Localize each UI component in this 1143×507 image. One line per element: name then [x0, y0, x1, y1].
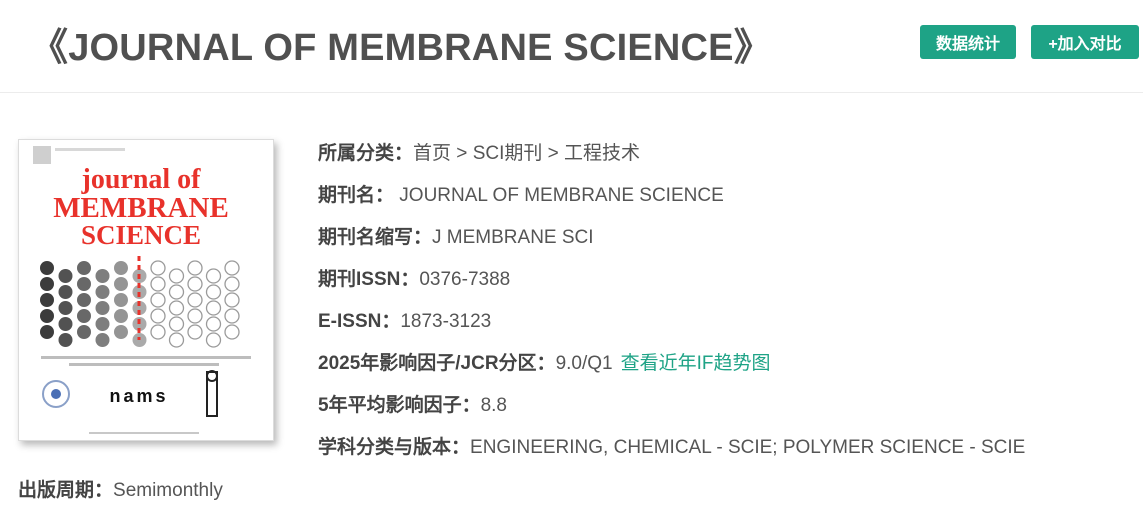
eissn-value: 1873-3123 [400, 311, 492, 332]
journal-cover-image: journal of MEMBRANE SCIENCE nams [18, 139, 274, 441]
frequency-label: 出版周期： [18, 480, 114, 501]
breadcrumb-sci-link[interactable]: SCI期刊 [473, 143, 543, 164]
subjects-label: 学科分类与版本： [318, 437, 471, 458]
impact-factor-row: 2025年影响因子/JCR分区：9.0/Q1 查看近年IF趋势图 [318, 349, 771, 379]
eissn-row: E-ISSN：1873-3123 [318, 307, 491, 337]
abbreviation-value: J MEMBRANE SCI [432, 227, 594, 248]
issn-row: 期刊ISSN：0376-7388 [318, 265, 510, 295]
add-to-compare-button[interactable]: +加入对比 [1031, 25, 1139, 59]
five-year-if-label: 5年平均影响因子： [318, 395, 481, 416]
impact-factor-label: 2025年影响因子/JCR分区： [318, 353, 556, 374]
cover-art: journal of MEMBRANE SCIENCE nams [19, 140, 273, 440]
frequency-value: Semimonthly [113, 480, 223, 501]
breadcrumb-separator: > [542, 143, 565, 164]
data-stats-button[interactable]: 数据统计 [920, 25, 1016, 59]
cover-title-line1: journal of [81, 164, 202, 195]
journal-name-row: 期刊名： JOURNAL OF MEMBRANE SCIENCE [318, 181, 724, 211]
cover-logo-text: nams [109, 386, 168, 406]
category-label: 所属分类： [318, 143, 414, 164]
journal-detail-page: 《JOURNAL OF MEMBRANE SCIENCE》 数据统计 +加入对比… [0, 0, 1143, 507]
breadcrumb-home-link[interactable]: 首页 [413, 143, 451, 164]
frequency-row: 出版周期：Semimonthly [18, 476, 223, 506]
subjects-row: 学科分类与版本：ENGINEERING, CHEMICAL - SCIE; PO… [318, 433, 1025, 463]
five-year-if-value: 8.8 [480, 395, 507, 416]
issn-label: 期刊ISSN： [318, 269, 420, 290]
breadcrumb-field-link[interactable]: 工程技术 [564, 143, 640, 164]
if-trend-link[interactable]: 查看近年IF趋势图 [621, 353, 771, 374]
subjects-value: ENGINEERING, CHEMICAL - SCIE; POLYMER SC… [470, 437, 1026, 458]
page-title: 《JOURNAL OF MEMBRANE SCIENCE》 [30, 27, 772, 69]
abbreviation-label: 期刊名缩写： [318, 227, 433, 248]
journal-name-value: JOURNAL OF MEMBRANE SCIENCE [394, 185, 724, 206]
abbreviation-row: 期刊名缩写：J MEMBRANE SCI [318, 223, 594, 253]
issn-value: 0376-7388 [419, 269, 511, 290]
journal-name-label: 期刊名： [318, 185, 395, 206]
category-row: 所属分类：首页 > SCI期刊 > 工程技术 [318, 139, 640, 169]
impact-factor-value: 9.0/Q1 [555, 353, 613, 374]
breadcrumb-separator: > [451, 143, 473, 164]
eissn-label: E-ISSN： [318, 311, 401, 332]
five-year-if-row: 5年平均影响因子：8.8 [318, 391, 507, 421]
page-header: 《JOURNAL OF MEMBRANE SCIENCE》 数据统计 +加入对比 [0, 0, 1143, 93]
cover-title-line3: SCIENCE [81, 220, 201, 250]
